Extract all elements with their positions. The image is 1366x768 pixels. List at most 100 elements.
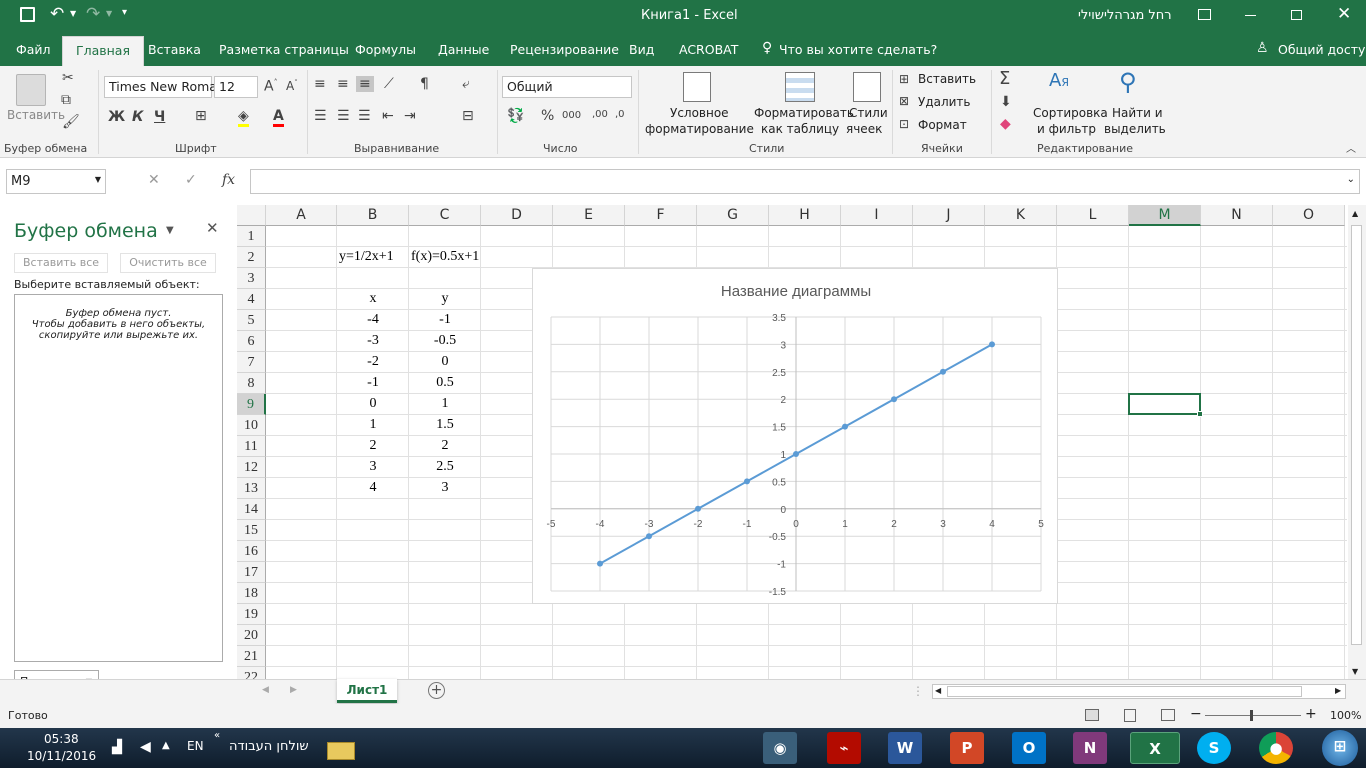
column-header-m[interactable]: M: [1129, 205, 1201, 226]
desktop-toolbar[interactable]: שולחן העבודה: [229, 739, 309, 754]
tray-expand-icon[interactable]: ▲: [162, 740, 170, 751]
decrease-decimal-icon[interactable]: ,0: [615, 109, 625, 120]
cell-c12[interactable]: 2.5: [411, 459, 479, 475]
column-header-c[interactable]: C: [409, 205, 481, 226]
restore-icon[interactable]: [1291, 10, 1302, 20]
increase-font-icon[interactable]: A˄: [264, 78, 278, 95]
formula-input[interactable]: ⌄: [250, 169, 1360, 194]
autosum-icon[interactable]: Σ: [999, 68, 1010, 89]
accounting-format-icon[interactable]: 💱: [507, 108, 524, 124]
decrease-indent-icon[interactable]: ⇤: [382, 108, 394, 124]
row-header-3[interactable]: 3: [237, 268, 266, 289]
clear-all-button[interactable]: Очистить все: [120, 253, 216, 273]
row-header-14[interactable]: 14: [237, 499, 266, 520]
scroll-right-icon[interactable]: ▶: [1335, 686, 1341, 695]
find-select-button[interactable]: Найти и: [1112, 106, 1163, 120]
taskbar-outlook-icon[interactable]: O: [1012, 732, 1046, 764]
cell-styles-button[interactable]: Стили: [849, 106, 888, 120]
row-header-12[interactable]: 12: [237, 457, 266, 478]
cell-c6[interactable]: -0.5: [411, 333, 479, 349]
cell-b10[interactable]: 1: [339, 417, 407, 433]
tab-file[interactable]: Файл: [16, 42, 51, 57]
merge-center-icon[interactable]: ⊟: [462, 108, 474, 124]
number-format-select[interactable]: Общий: [502, 76, 632, 98]
row-header-7[interactable]: 7: [237, 352, 266, 373]
format-painter-icon[interactable]: 🖌: [62, 114, 80, 130]
clipboard-items-list[interactable]: Буфер обмена пуст. Чтобы добавить в него…: [14, 294, 223, 662]
font-color-icon[interactable]: A: [273, 108, 284, 127]
tab-view[interactable]: Вид: [629, 42, 654, 57]
clear-icon[interactable]: ◆: [1000, 116, 1011, 132]
align-middle-icon[interactable]: ≡: [337, 76, 349, 92]
insert-function-icon[interactable]: fx: [222, 172, 235, 188]
row-header-11[interactable]: 11: [237, 436, 266, 457]
taskbar-excel-icon[interactable]: X: [1130, 732, 1180, 764]
cell-b12[interactable]: 3: [339, 459, 407, 475]
scroll-thumb[interactable]: [1351, 225, 1362, 645]
add-sheet-icon[interactable]: +: [428, 682, 445, 699]
row-header-13[interactable]: 13: [237, 478, 266, 499]
zoom-out-icon[interactable]: −: [1190, 706, 1202, 722]
tab-home[interactable]: Главная: [62, 36, 144, 66]
align-left-icon[interactable]: ☰: [314, 108, 327, 124]
font-name-select[interactable]: Times New Roma: [104, 76, 217, 98]
cell-c13[interactable]: 3: [411, 480, 479, 496]
borders-icon[interactable]: ⊞: [195, 108, 207, 124]
rtl-icon[interactable]: ¶: [420, 76, 429, 92]
hscroll-thumb[interactable]: [947, 686, 1302, 697]
cell-c7[interactable]: 0: [411, 354, 479, 370]
cell-c5[interactable]: -1: [411, 312, 479, 328]
column-header-g[interactable]: G: [697, 205, 769, 226]
taskbar-powerpoint-icon[interactable]: P: [950, 732, 984, 764]
cell-c8[interactable]: 0.5: [411, 375, 479, 391]
row-header-8[interactable]: 8: [237, 373, 266, 394]
ribbon-display-icon[interactable]: [1198, 9, 1211, 20]
cell-c10[interactable]: 1.5: [411, 417, 479, 433]
toolbar-chevron-icon[interactable]: «: [214, 730, 220, 741]
row-header-21[interactable]: 21: [237, 646, 266, 667]
name-box[interactable]: M9 ▼: [6, 169, 106, 194]
cell-b11[interactable]: 2: [339, 438, 407, 454]
collapse-ribbon-icon[interactable]: ︿: [1346, 140, 1356, 155]
column-header-a[interactable]: A: [266, 205, 337, 226]
align-center-icon[interactable]: ☰: [337, 108, 350, 124]
redo-dropdown-icon[interactable]: ▼: [106, 9, 112, 18]
cell-b13[interactable]: 4: [339, 480, 407, 496]
row-header-10[interactable]: 10: [237, 415, 266, 436]
network-icon[interactable]: ▟: [112, 740, 122, 755]
cell-c9[interactable]: 1: [411, 396, 479, 412]
fill-icon[interactable]: ⬇: [1000, 94, 1012, 110]
font-size-select[interactable]: 12: [214, 76, 258, 98]
tab-review[interactable]: Рецензирование: [510, 42, 619, 57]
scroll-up-icon[interactable]: ▲: [1352, 209, 1358, 218]
clock-date[interactable]: 10/11/2016: [27, 749, 96, 763]
row-header-6[interactable]: 6: [237, 331, 266, 352]
row-header-9[interactable]: 9: [237, 394, 266, 415]
zoom-in-icon[interactable]: +: [1305, 706, 1317, 722]
taskbar-chrome-icon[interactable]: ●: [1259, 732, 1293, 764]
delete-cells-button[interactable]: Удалить: [918, 95, 971, 109]
thousands-button[interactable]: 000: [562, 110, 581, 121]
taskbar-word-icon[interactable]: W: [888, 732, 922, 764]
taskbar-acrobat-icon[interactable]: ⌁: [827, 732, 861, 764]
row-header-22[interactable]: 22: [237, 667, 266, 679]
column-header-l[interactable]: L: [1057, 205, 1129, 226]
tell-me-input[interactable]: Что вы хотите сделать?: [779, 42, 937, 57]
prev-sheet-icon[interactable]: ◀: [262, 685, 269, 695]
column-header-b[interactable]: B: [337, 205, 409, 226]
column-header-k[interactable]: K: [985, 205, 1057, 226]
minimize-icon[interactable]: [1245, 15, 1256, 16]
page-break-view-icon[interactable]: [1161, 709, 1175, 721]
tab-formulas[interactable]: Формулы: [355, 42, 416, 57]
next-sheet-icon[interactable]: ▶: [290, 685, 297, 695]
tab-data[interactable]: Данные: [438, 42, 489, 57]
pane-options-icon[interactable]: ▼: [166, 225, 174, 236]
cell-b6[interactable]: -3: [339, 333, 407, 349]
select-all-corner[interactable]: [237, 205, 266, 226]
column-header-d[interactable]: D: [481, 205, 553, 226]
cell-b2[interactable]: y=1/2x+1: [339, 249, 394, 265]
bold-button[interactable]: Ж: [108, 109, 125, 125]
cell-c11[interactable]: 2: [411, 438, 479, 454]
vertical-scrollbar[interactable]: ▲ ▼: [1348, 205, 1366, 679]
page-layout-view-icon[interactable]: [1124, 709, 1136, 722]
